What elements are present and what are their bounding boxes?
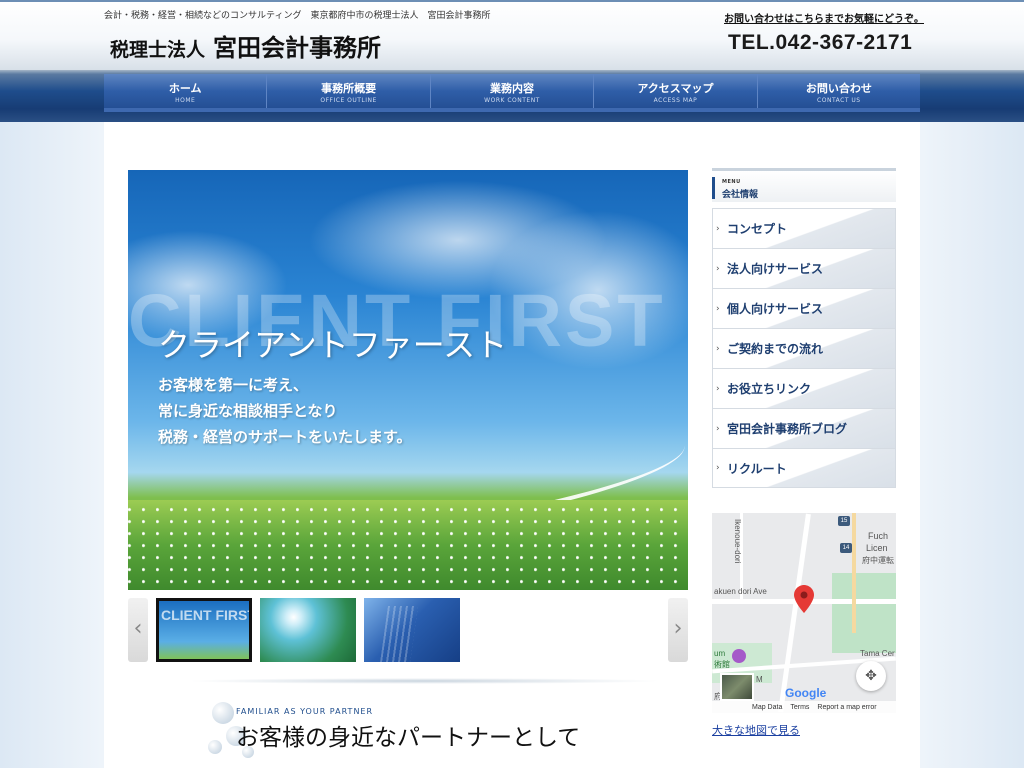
nav-contact[interactable]: お問い合わせ CONTACT US xyxy=(758,74,920,108)
sidebar-item-blog[interactable]: › 宮田会計事務所ブログ xyxy=(712,408,896,448)
map-label: Licen xyxy=(866,543,888,553)
sidebar-heading-jp: 会社情報 xyxy=(722,190,759,200)
sidebar-item-label: ご契約までの流れ xyxy=(727,342,824,356)
map-label: um xyxy=(714,649,726,658)
partner-heading: お客様の身近なパートナーとして xyxy=(236,725,581,751)
map-report-link[interactable]: Report a map error xyxy=(817,704,876,711)
sidebar-heading-en: MENU xyxy=(722,179,741,185)
sidebar-item-personal-services[interactable]: › 個人向けサービス xyxy=(712,288,896,328)
sidebar-item-concept[interactable]: › コンセプト xyxy=(712,208,896,248)
bubble xyxy=(212,702,234,724)
map-label: Tama Cer xyxy=(860,649,895,658)
nav-home-sub: HOME xyxy=(175,97,196,104)
hero-slider[interactable]: CLIENT FIRST クライアントファースト お客様を第一に考え、 常に身近… xyxy=(128,170,688,590)
chevron-right-icon: › xyxy=(716,263,720,274)
heading-accent-bar xyxy=(712,177,715,199)
sidebar-item-label: 法人向けサービス xyxy=(727,262,824,276)
map-attribution: Map Data Terms Report a map error xyxy=(712,701,896,713)
chevron-right-icon: › xyxy=(716,343,720,354)
sidebar-menu: › コンセプト › 法人向けサービス › 個人向けサービス › ご契約までの流れ… xyxy=(712,208,896,488)
map-road xyxy=(852,513,856,633)
museum-icon[interactable] xyxy=(732,649,746,663)
global-nav: ホーム HOME 事務所概要 OFFICE OUTLINE 業務内容 WORK … xyxy=(104,74,920,112)
sidebar-heading: MENU 会社情報 xyxy=(712,168,896,202)
slider-next-button[interactable]: › xyxy=(668,598,688,662)
map-label: 術館 xyxy=(714,660,730,669)
site-logo[interactable]: 税理士法人 宮田会計事務所 xyxy=(110,28,381,63)
slider-thumb-1[interactable]: CLIENT FIRST xyxy=(156,598,252,662)
map-park-area xyxy=(832,573,896,653)
google-logo-text: Google xyxy=(785,686,827,700)
route-15-shield: 15 xyxy=(838,516,850,526)
thumb-1-text: CLIENT FIRST xyxy=(161,607,252,623)
nav-access-sub: ACCESS MAP xyxy=(653,97,698,104)
slider-thumb-2[interactable] xyxy=(260,598,356,662)
nav-office-label: 事務所概要 xyxy=(321,82,377,95)
map-terms-link[interactable]: Terms xyxy=(790,704,809,711)
slider-thumb-3[interactable] xyxy=(364,598,460,662)
map-data-link[interactable]: Map Data xyxy=(752,704,782,711)
map-label: akuen dori Ave xyxy=(714,587,767,596)
section-divider xyxy=(186,678,662,684)
nav-access-label: アクセスマップ xyxy=(637,82,714,95)
sidebar-item-useful-links[interactable]: › お役立ちリンク xyxy=(712,368,896,408)
meadow-graphic xyxy=(128,500,688,590)
nav-office-outline[interactable]: 事務所概要 OFFICE OUTLINE xyxy=(267,74,431,108)
header-contact: お問い合わせはこちらまでお気軽にどうぞ。 TEL.042-367-2171 xyxy=(714,6,924,66)
sidebar-item-label: 宮田会計事務所ブログ xyxy=(727,422,848,436)
chevron-right-icon: › xyxy=(716,223,720,234)
sidebar-item-contract-flow[interactable]: › ご契約までの流れ xyxy=(712,328,896,368)
logo-name: 宮田会計事務所 xyxy=(213,33,382,62)
sidebar-item-label: お役立ちリンク xyxy=(727,382,812,396)
bubble xyxy=(208,740,222,754)
nav-home[interactable]: ホーム HOME xyxy=(104,74,268,108)
chevron-right-icon: › xyxy=(716,463,720,473)
hero-copy: お客様を第一に考え、 常に身近な相談相手となり 税務・経営のサポートをいたします… xyxy=(158,372,412,450)
map-satellite-toggle[interactable] xyxy=(720,673,754,701)
nav-home-label: ホーム xyxy=(168,82,202,95)
google-logo: Google xyxy=(785,686,826,700)
hero-copy-line: 税務・経営のサポートをいたします。 xyxy=(158,428,412,446)
sidebar-item-label: 個人向けサービス xyxy=(727,302,824,316)
phone-number: TEL.042-367-2171 xyxy=(728,31,913,54)
nav-contact-label: お問い合わせ xyxy=(805,82,872,95)
nav-work-label: 業務内容 xyxy=(490,82,535,95)
view-larger-map-link[interactable]: 大きな地図で見る xyxy=(712,722,800,738)
nav-work-content[interactable]: 業務内容 WORK CONTENT xyxy=(431,74,595,108)
map-label: Ikenoue-dori xyxy=(733,519,742,564)
sidebar-item-recruit[interactable]: › リクルート xyxy=(712,448,896,488)
contact-note-link[interactable]: お問い合わせはこちらまでお気軽にどうぞ。 xyxy=(714,6,924,25)
chevron-right-icon: › xyxy=(716,303,720,314)
map-pan-control[interactable]: ✥ xyxy=(856,661,886,691)
site-tagline: 会計・税務・経営・相続などのコンサルティング 東京都府中市の税理士法人 宮田会計… xyxy=(104,11,491,21)
map-label: 府中運転 xyxy=(862,556,894,565)
nav-access-map[interactable]: アクセスマップ ACCESS MAP xyxy=(594,74,758,108)
map-road xyxy=(778,513,811,713)
hero-copy-line: お客様を第一に考え、 xyxy=(158,376,309,394)
hero-title: クライアントファースト xyxy=(158,326,508,364)
map-label: M xyxy=(756,675,763,684)
hero-copy-line: 常に身近な相談相手となり xyxy=(158,402,338,420)
building-graphic xyxy=(380,606,418,662)
chevron-right-icon: › xyxy=(716,383,720,394)
slider-prev-button[interactable]: ‹ xyxy=(128,598,148,662)
sidebar-item-label: コンセプト xyxy=(727,222,788,236)
map-label: Fuch xyxy=(868,531,889,541)
site-header: 会計・税務・経営・相続などのコンサルティング 東京都府中市の税理士法人 宮田会計… xyxy=(0,0,1024,70)
nav-office-sub: OFFICE OUTLINE xyxy=(320,97,377,104)
nav-contact-sub: CONTACT US xyxy=(817,97,861,104)
chevron-right-icon: › xyxy=(716,423,720,434)
sidebar-item-label: リクルート xyxy=(727,461,787,476)
nav-work-sub: WORK CONTENT xyxy=(484,97,540,104)
sidebar-item-corporate-services[interactable]: › 法人向けサービス xyxy=(712,248,896,288)
partner-heading-en: FAMILIAR AS YOUR PARTNER xyxy=(236,707,374,716)
map-pin-icon[interactable] xyxy=(794,585,814,613)
logo-corp-type: 税理士法人 xyxy=(110,39,206,61)
route-14-shield: 14 xyxy=(840,543,852,553)
embedded-map[interactable]: Ikenoue-dori 15 14 Fuch Licen 府中運転 akuen… xyxy=(712,513,896,713)
